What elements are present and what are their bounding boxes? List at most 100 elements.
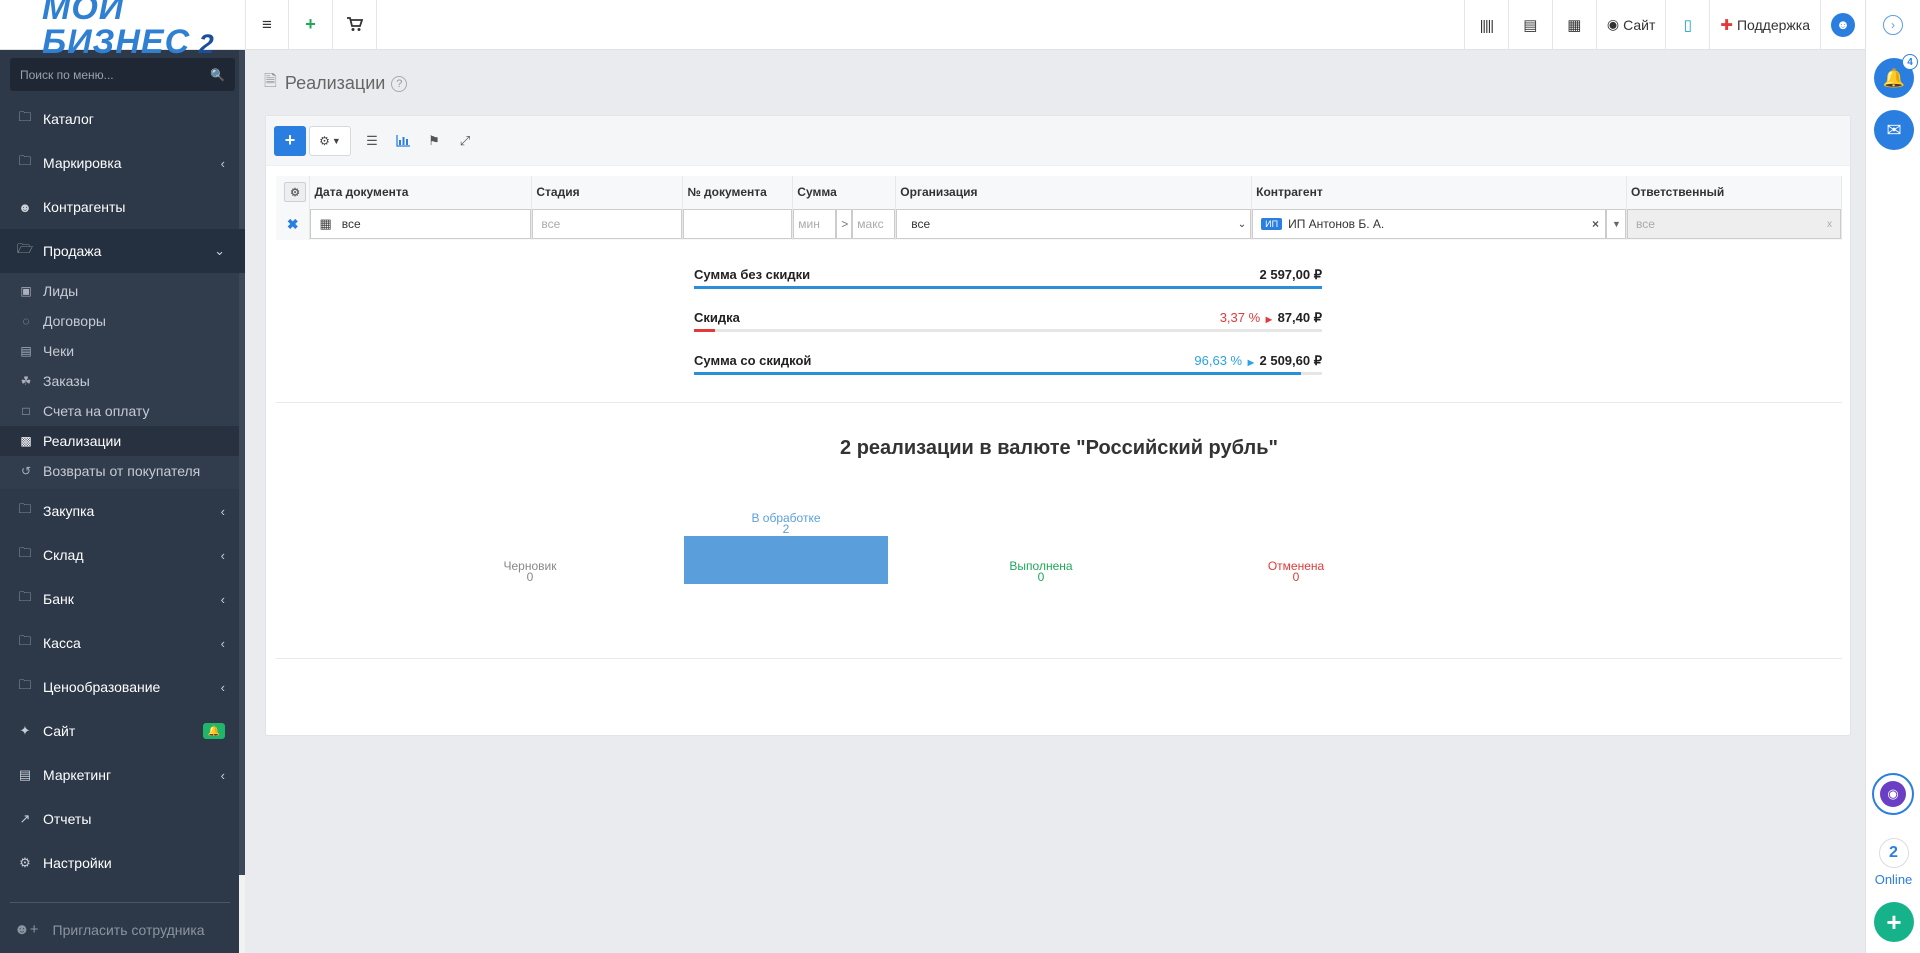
sidebar-item-leads[interactable]: ▣ Лиды <box>0 276 245 306</box>
discount-value: 87,40 ₽ <box>1277 310 1322 325</box>
column-settings-icon[interactable]: ⚙ <box>284 182 306 202</box>
stage-filter[interactable]: все <box>532 209 683 239</box>
bell-icon: 🔔 <box>1882 67 1906 88</box>
eye-widget[interactable]: ◉ <box>1872 773 1914 815</box>
chevron-left-icon: ‹ <box>220 635 225 651</box>
logo[interactable]: МОЙ БИЗНЕС 2 <box>0 0 245 59</box>
header-responsible[interactable]: Ответственный <box>1626 176 1842 208</box>
invite-label: Пригласить сотрудника <box>52 921 205 938</box>
header-sum[interactable]: Сумма <box>792 176 897 208</box>
folder-icon: 🗀 <box>18 501 32 516</box>
support-button[interactable]: ✚ Поддержка <box>1709 0 1820 49</box>
header-stage[interactable]: Стадия <box>531 176 684 208</box>
filter-table: ⚙ Дата документа Стадия № документа Сумм… <box>276 176 1842 240</box>
doc-number-filter-cell <box>682 208 794 240</box>
date-filter-value: все <box>341 217 361 231</box>
clear-filters-button[interactable]: ✖ <box>276 208 311 240</box>
organization-value: все <box>911 217 931 231</box>
header-doc-number[interactable]: № документа <box>682 176 794 208</box>
header-organization[interactable]: Организация <box>895 176 1253 208</box>
divider <box>276 658 1842 659</box>
sidebar-item-cash[interactable]: 🗀 Касса ‹ <box>0 621 245 665</box>
site-button[interactable]: ◉ Сайт <box>1595 0 1666 49</box>
sum-with-discount-percent: 96,63 % <box>1194 353 1243 368</box>
sidebar-item-contragents[interactable]: ☻ Контрагенты <box>0 185 245 229</box>
sidebar-item-site[interactable]: ✦ Сайт 🔔 <box>0 709 245 753</box>
tags-button[interactable]: ⚑ <box>419 126 449 156</box>
magic-wand-icon: ✦ <box>19 723 31 738</box>
chat-button[interactable]: ✉ <box>1874 110 1914 150</box>
sum-min-input[interactable]: мин <box>793 209 837 239</box>
organization-filter-cell: все ⌄ <box>895 208 1253 240</box>
chart-value-label: 0 <box>527 570 534 584</box>
chart-bar[interactable] <box>684 536 888 584</box>
sidebar-item-catalog[interactable]: 🗀 Каталог <box>0 97 245 141</box>
sidebar-item-orders[interactable]: ☘ Заказы <box>0 366 245 396</box>
sidebar-item-returns[interactable]: ↺ Возвраты от покупателя <box>0 456 245 486</box>
responsible-filter-cell: все x <box>1626 208 1842 240</box>
organization-select[interactable]: все ⌄ <box>896 209 1252 239</box>
search-icon[interactable]: 🔍 <box>210 68 225 82</box>
collapse-rail-icon[interactable]: › <box>1883 15 1903 35</box>
rail-add-button[interactable]: + <box>1874 902 1914 942</box>
cart-button[interactable] <box>333 0 377 49</box>
quick-add-button[interactable]: + <box>289 0 333 49</box>
notifications-button[interactable]: 🔔 4 <box>1874 54 1918 98</box>
clear-contragent-icon[interactable]: × <box>1592 217 1599 231</box>
settings-dropdown-button[interactable]: ⚙ ▼ <box>309 125 351 156</box>
column-settings-cell: ⚙ <box>276 176 311 208</box>
sum-with-discount-label: Сумма со скидкой <box>694 353 812 368</box>
barcode-button[interactable]: ||||| <box>1463 0 1508 49</box>
sidebar-item-warehouse[interactable]: 🗀 Склад ‹ <box>0 533 245 577</box>
divider <box>276 402 1842 403</box>
sidebar-item-purchase[interactable]: 🗀 Закупка ‹ <box>0 489 245 533</box>
doc-number-input[interactable] <box>683 209 793 239</box>
sidebar-item-sales[interactable]: 🗁 Продажа ⌄ <box>0 229 245 273</box>
invite-employee-link[interactable]: ☻+ Пригласить сотрудника <box>14 921 205 938</box>
user-icon: ☻ <box>1831 12 1855 37</box>
sum-without-discount: Сумма без скидки 2 597,00 ₽ <box>694 267 1322 289</box>
contragent-dropdown-toggle[interactable]: ▼ <box>1606 209 1626 239</box>
responsible-value: все <box>1636 217 1655 231</box>
sidebar-item-label: Контрагенты <box>43 199 126 215</box>
list-view-button[interactable]: ☰ <box>357 126 387 156</box>
calendar-button[interactable]: ▦ <box>1551 0 1596 49</box>
help-icon[interactable]: ? <box>391 75 408 92</box>
fullscreen-button[interactable]: ⤢ <box>450 126 480 156</box>
online-count: 2 <box>1878 838 1909 868</box>
chart-view-button[interactable] <box>388 126 418 156</box>
header-contragent[interactable]: Контрагент <box>1251 176 1627 208</box>
sidebar-item-reports[interactable]: ↗ Отчеты <box>0 797 245 841</box>
add-realization-button[interactable]: + <box>274 125 306 156</box>
logo-number: 2 <box>198 28 215 59</box>
sidebar-item-label: Каталог <box>43 111 94 127</box>
line-chart-icon: ↗ <box>19 811 31 826</box>
realization-icon: ▩ <box>20 434 32 448</box>
sidebar-item-settings[interactable]: ⚙ Настройки <box>0 841 245 885</box>
sidebar-item-marketing[interactable]: ▤ Маркетинг ‹ <box>0 753 245 797</box>
plus-icon: + <box>1886 906 1902 937</box>
discount-bar <box>694 329 1322 332</box>
sidebar-item-bank[interactable]: 🗀 Банк ‹ <box>0 577 245 621</box>
sidebar-item-contracts[interactable]: ◌ Договоры <box>0 306 245 336</box>
sum-without-discount-bar-fill <box>694 286 1322 289</box>
date-filter[interactable]: ▦ все <box>310 209 532 239</box>
top-bar: ≡ + ||||| ▤ ▦ ◉ Сайт ▯ ✚ Поддержка ☻ <box>245 0 1865 50</box>
mobile-app-button[interactable]: ▯ <box>1665 0 1709 49</box>
sidebar-item-invoices[interactable]: □ Счета на оплату <box>0 396 245 426</box>
online-indicator[interactable]: 2 Online <box>1866 838 1920 887</box>
menu-search-input[interactable] <box>20 67 211 82</box>
sidebar-item-receipts[interactable]: ▤ Чеки <box>0 336 245 366</box>
sum-max-input[interactable]: макс <box>852 209 896 239</box>
sum-max-placeholder: макс <box>857 217 884 231</box>
list-button[interactable]: ▤ <box>1507 0 1552 49</box>
site-label: Сайт <box>1623 16 1656 33</box>
user-profile-button[interactable]: ☻ <box>1820 0 1865 49</box>
sidebar-item-pricing[interactable]: 🗀 Ценообразование ‹ <box>0 665 245 709</box>
sidebar-item-marking[interactable]: 🗀 Маркировка ‹ <box>0 141 245 185</box>
menu-toggle-button[interactable]: ≡ <box>245 0 289 49</box>
contragent-select[interactable]: ИП ИП Антонов Б. А. × <box>1252 209 1606 239</box>
sidebar-item-realizations[interactable]: ▩ Реализации <box>0 426 245 456</box>
header-date[interactable]: Дата документа <box>309 176 533 208</box>
sum-min-placeholder: мин <box>798 217 820 231</box>
